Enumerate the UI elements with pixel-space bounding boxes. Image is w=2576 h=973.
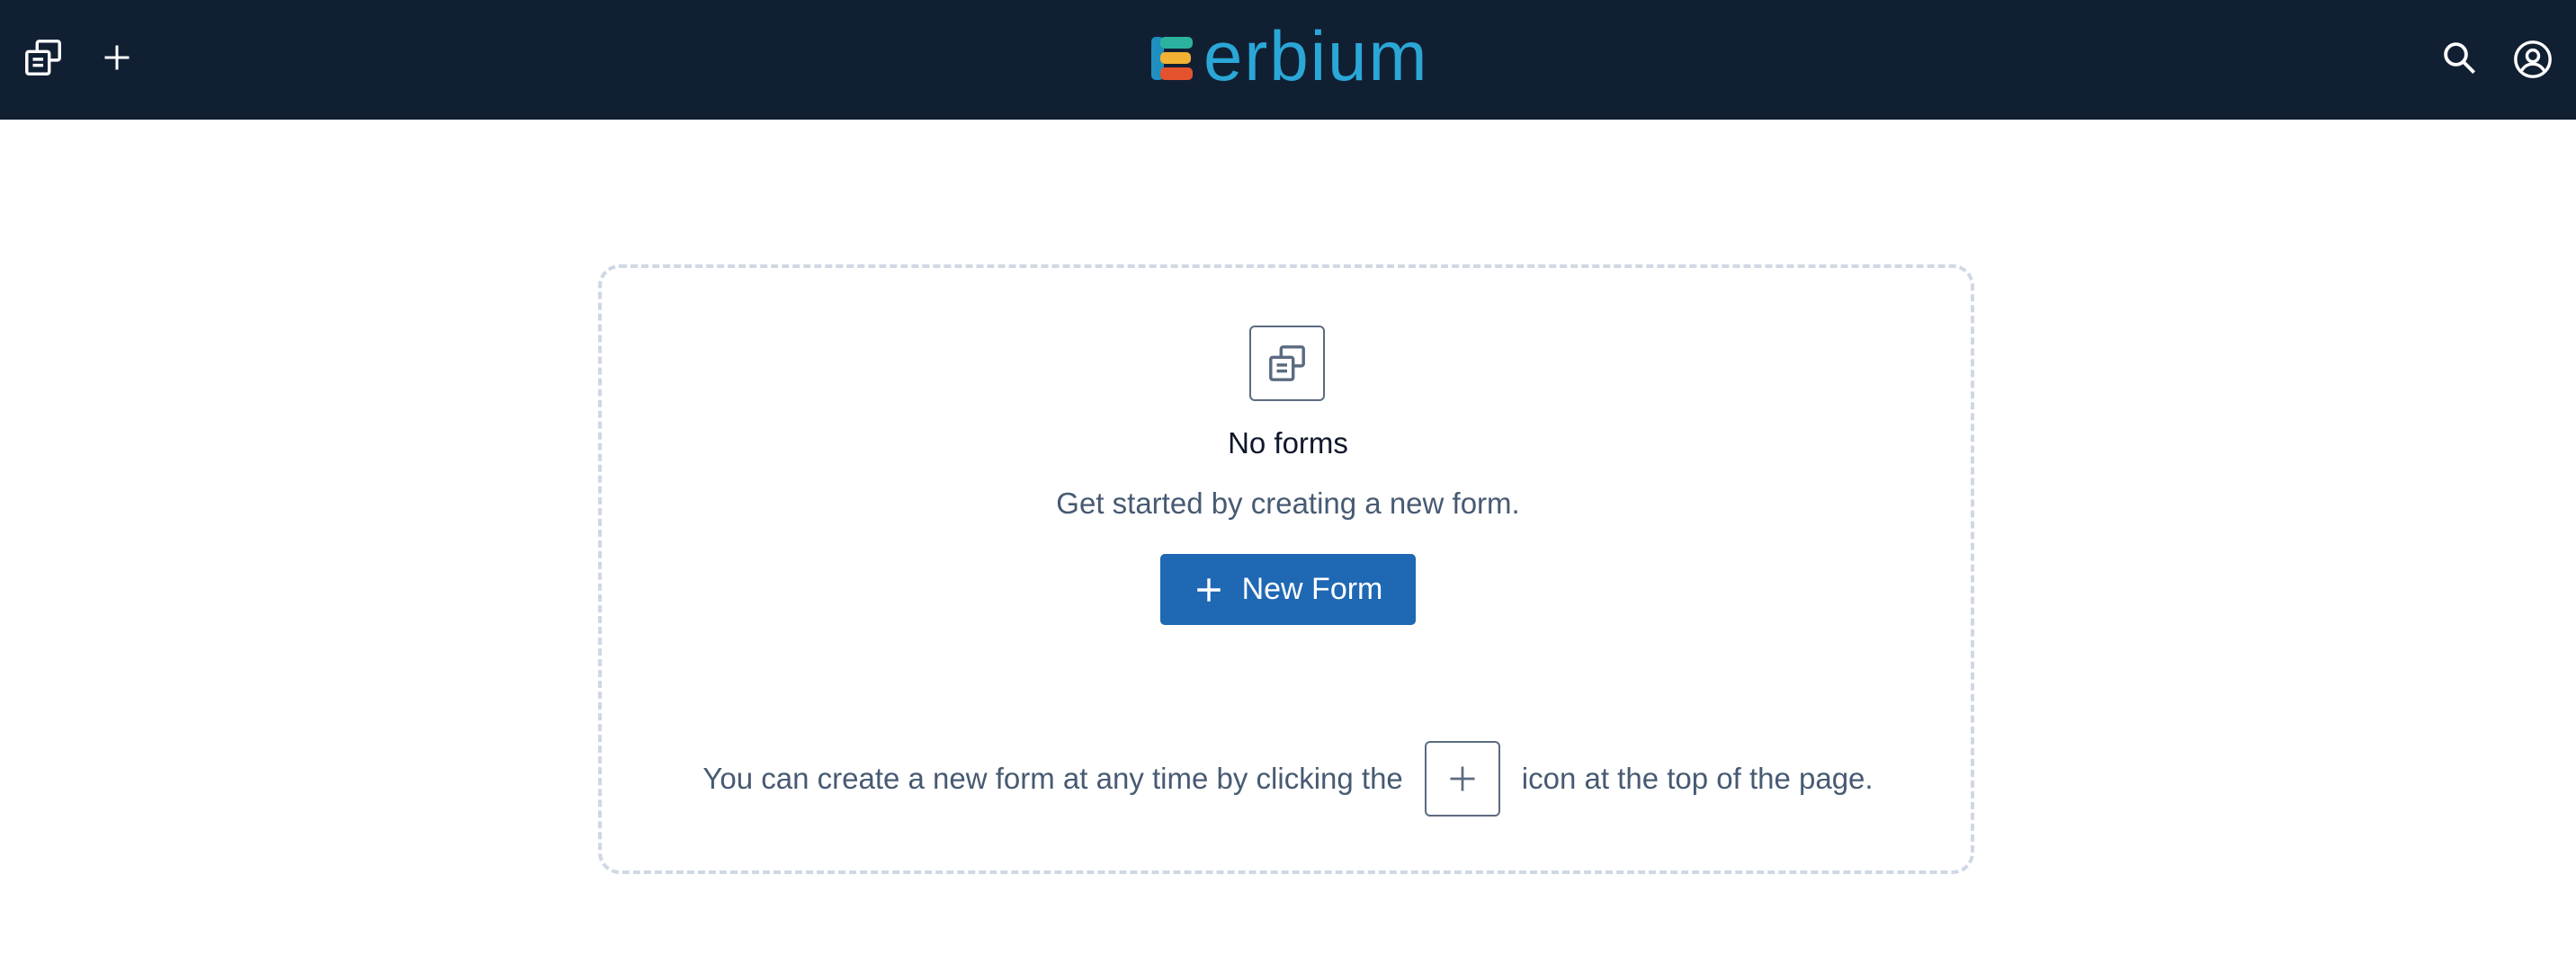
plus-icon <box>1196 577 1221 602</box>
new-form-button-label: New Form <box>1241 572 1383 606</box>
top-navbar: erbium <box>0 0 2576 120</box>
hint-text: You can create a new form at any time by… <box>0 741 2576 817</box>
brand-logo[interactable]: erbium <box>1151 21 1428 91</box>
hint-text-before: You can create a new form at any time by… <box>702 762 1403 795</box>
empty-state-title: No forms <box>1228 426 1348 460</box>
user-account-icon[interactable] <box>2508 34 2558 85</box>
hint-text-after: icon at the top of the page. <box>1521 762 1874 795</box>
add-form-icon[interactable] <box>94 34 140 81</box>
new-form-button[interactable]: New Form <box>1160 554 1416 625</box>
brand-name: erbium <box>1203 16 1429 95</box>
forms-icon[interactable] <box>20 34 67 81</box>
search-icon[interactable] <box>2436 34 2482 81</box>
forms-icon <box>1249 326 1325 401</box>
plus-icon <box>1424 741 1500 817</box>
erbium-logo-icon <box>1151 37 1193 80</box>
empty-state-subtitle: Get started by creating a new form. <box>1056 486 1520 520</box>
